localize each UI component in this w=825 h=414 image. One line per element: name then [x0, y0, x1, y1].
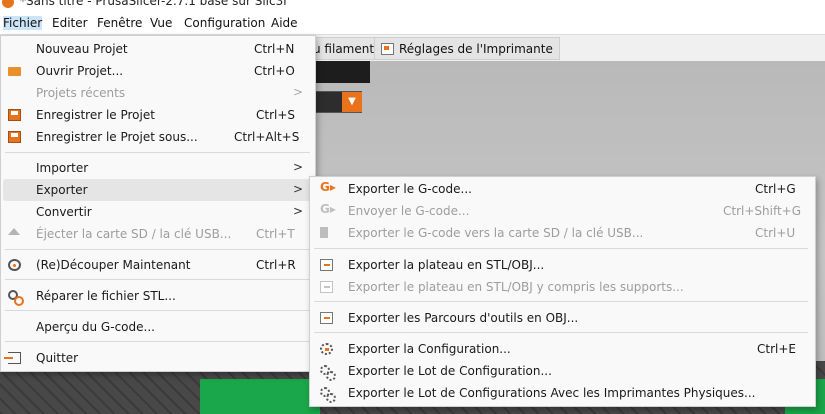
save-icon [8, 109, 21, 121]
menu-separator [5, 341, 310, 342]
menu-item-gcode-preview[interactable]: Aperçu du G-code... [3, 316, 313, 338]
menu-item-export-config[interactable]: Exporter la Configuration... Ctrl+E [312, 338, 813, 360]
export-plate-icon [320, 259, 333, 271]
gcode-export-icon: G▸ [320, 180, 336, 194]
window-title: *Sans titre - PrusaSlicer-2.7.1 basé sur… [20, 0, 289, 8]
printer-settings-icon [381, 43, 394, 55]
menu-fichier[interactable]: Fichier [3, 16, 43, 30]
menu-separator [5, 310, 310, 311]
combo-dropdown-icon[interactable]: ▼ [342, 92, 362, 112]
quit-icon [4, 352, 21, 364]
menu-item-export-plate-stl-supports: Exporter le plateau en STL/OBJ y compris… [312, 276, 813, 298]
menu-item-export-toolpaths-obj[interactable]: Exporter les Parcours d'outils en OBJ... [312, 307, 813, 329]
chevron-right-icon: > [293, 85, 304, 99]
menu-vue[interactable]: Vue [150, 16, 172, 30]
file-menu: Nouveau Projet Ctrl+N Ouvrir Projet... C… [0, 35, 316, 372]
menu-separator [5, 152, 310, 153]
chevron-right-icon: > [293, 182, 304, 196]
menu-item-save-project[interactable]: Enregistrer le Projet Ctrl+S [3, 104, 313, 126]
menu-separator [5, 279, 310, 280]
menu-aide[interactable]: Aide [271, 16, 298, 30]
tab-printer-settings[interactable]: Réglages de l'Imprimante [374, 37, 560, 60]
menu-configuration[interactable]: Configuration [184, 16, 265, 30]
eject-icon [8, 228, 20, 235]
menu-item-save-project-as[interactable]: Enregistrer le Projet sous... Ctrl+Alt+S [3, 126, 313, 148]
menu-item-quit[interactable]: Quitter [3, 347, 313, 369]
export-bundle-physical-icon [320, 387, 336, 403]
menu-item-export[interactable]: Exporter > [3, 179, 313, 201]
menu-item-eject-sd: Éjecter la carte SD / la clé USB... Ctrl… [3, 223, 313, 245]
chevron-right-icon: > [293, 160, 304, 174]
menu-bar: Fichier Editer Fenêtre Vue Configuration… [0, 13, 825, 35]
menu-item-export-config-bundle-physical[interactable]: Exporter le Lot de Configurations Avec l… [312, 382, 813, 404]
bed-object [200, 379, 320, 414]
menu-separator [314, 248, 808, 249]
tab-filament-settings[interactable]: u filament [306, 37, 382, 60]
menu-item-export-gcode[interactable]: G▸ Exporter le G-code... Ctrl+G [312, 178, 813, 200]
menu-item-convert[interactable]: Convertir > [3, 201, 313, 223]
prusaslicer-logo-icon [2, 0, 14, 8]
menu-item-recent-projects: Projets récents > [36, 85, 304, 100]
title-bar: *Sans titre - PrusaSlicer-2.7.1 basé sur… [0, 0, 825, 13]
menu-separator [314, 332, 808, 333]
export-plate-supports-icon [320, 281, 333, 293]
tab-filament-label: u filament [313, 42, 375, 56]
export-bundle-icon [320, 365, 336, 381]
scene-toolbar [310, 61, 370, 83]
menu-separator [314, 301, 808, 302]
gcode-send-icon: G▸ [320, 202, 336, 216]
export-toolpaths-icon [320, 312, 333, 324]
menu-item-export-config-bundle[interactable]: Exporter le Lot de Configuration... [312, 360, 813, 382]
menu-item-import[interactable]: Importer > [3, 157, 313, 179]
chevron-right-icon: > [293, 204, 304, 218]
save-as-icon [8, 131, 21, 143]
menu-item-repair-stl[interactable]: Réparer le fichier STL... [3, 285, 313, 307]
menu-editer[interactable]: Editer [52, 16, 88, 30]
menu-item-export-plate-stl[interactable]: Exporter la plateau en STL/OBJ... [312, 254, 813, 276]
folder-icon [8, 67, 21, 76]
sd-card-icon [320, 227, 328, 238]
menu-item-open-project[interactable]: Ouvrir Projet... Ctrl+O [3, 60, 313, 82]
menu-item-reslice-now[interactable]: (Re)Découper Maintenant Ctrl+R [3, 254, 313, 276]
menu-fenetre[interactable]: Fenêtre [97, 16, 142, 30]
menu-separator [5, 249, 310, 250]
export-submenu: G▸ Exporter le G-code... Ctrl+G G▸ Envoy… [309, 176, 816, 407]
export-config-icon [320, 343, 333, 355]
menu-item-send-gcode: G▸ Envoyer le G-code... Ctrl+Shift+G [320, 202, 802, 218]
slice-icon [8, 259, 21, 271]
tab-printer-label: Réglages de l'Imprimante [399, 42, 553, 56]
repair-icon [8, 290, 24, 306]
menu-item-new-project[interactable]: Nouveau Projet Ctrl+N [3, 38, 313, 60]
menu-item-export-gcode-sd: Exporter le G-code vers la carte SD / la… [312, 222, 813, 244]
